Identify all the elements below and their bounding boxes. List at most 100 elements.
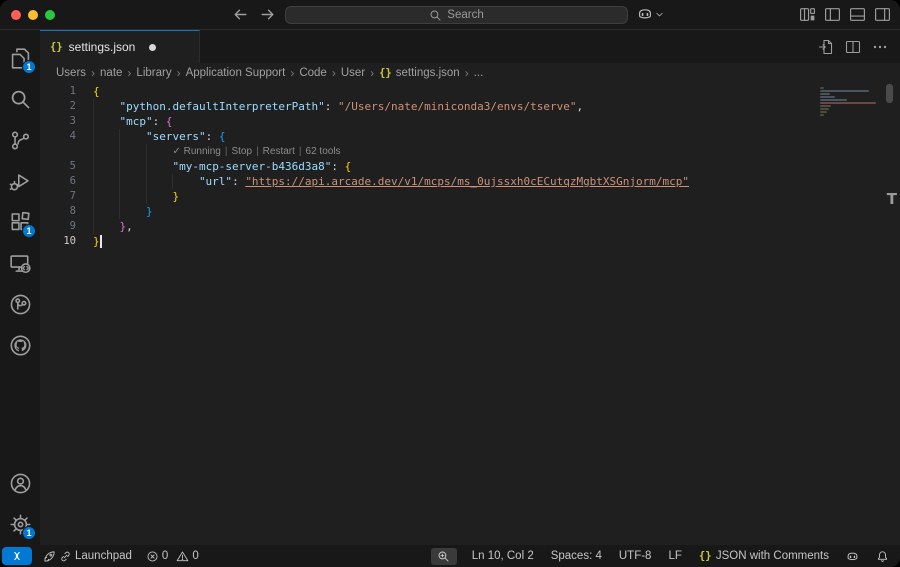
minimap-line bbox=[820, 93, 830, 95]
codelens-row[interactable]: ✓ Running|Stop|Restart|62 tools bbox=[40, 144, 900, 159]
search-icon bbox=[429, 9, 442, 22]
back-icon[interactable] bbox=[232, 6, 249, 23]
traffic-lights bbox=[11, 10, 55, 20]
breadcrumb-item-code[interactable]: Code bbox=[299, 67, 327, 79]
forward-icon[interactable] bbox=[259, 6, 276, 23]
source-control-icon bbox=[9, 129, 32, 152]
toggle-primary-sidebar-icon[interactable] bbox=[824, 6, 841, 23]
code-line-3[interactable]: 3"mcp": { bbox=[40, 114, 900, 129]
vertical-scrollbar[interactable] bbox=[886, 84, 893, 103]
breadcrumb-item-users[interactable]: Users bbox=[56, 67, 86, 79]
search-placeholder: Search bbox=[447, 9, 483, 21]
codelens-command[interactable]: ✓ Running bbox=[172, 146, 220, 157]
breadcrumb-item-user[interactable]: User bbox=[341, 67, 365, 79]
line-number: 1 bbox=[40, 84, 76, 99]
cursor-position-status-item[interactable]: Ln 10, Col 2 bbox=[470, 545, 536, 567]
cursor-position-label: Ln 10, Col 2 bbox=[472, 550, 534, 562]
eol-status-item[interactable]: LF bbox=[666, 545, 683, 567]
codelens-command[interactable]: Restart bbox=[263, 146, 295, 157]
eol-label: LF bbox=[668, 550, 681, 562]
activity-remote-explorer[interactable] bbox=[0, 243, 40, 284]
open-changes-icon[interactable] bbox=[818, 39, 834, 55]
minimap[interactable] bbox=[820, 87, 876, 117]
more-actions-icon[interactable] bbox=[872, 39, 888, 55]
command-center-search[interactable]: Search bbox=[285, 6, 628, 24]
codelens-command[interactable]: 62 tools bbox=[306, 146, 341, 157]
codelens-separator: | bbox=[299, 146, 302, 157]
activity-source-control[interactable] bbox=[0, 120, 40, 161]
zoom-button[interactable] bbox=[45, 10, 55, 20]
line-number: 5 bbox=[40, 159, 76, 174]
code-line-4[interactable]: 4"servers": { bbox=[40, 129, 900, 144]
editor[interactable]: 1{2"python.defaultInterpreterPath": "/Us… bbox=[40, 82, 900, 545]
activity-accounts[interactable] bbox=[0, 463, 40, 504]
screen-zoom-status-item[interactable] bbox=[431, 548, 457, 565]
remote-indicator[interactable] bbox=[2, 547, 32, 565]
token: { bbox=[219, 129, 226, 144]
indent-guide bbox=[146, 189, 172, 204]
launchpad-status-item[interactable]: Launchpad bbox=[41, 545, 134, 567]
codelens-command[interactable]: Stop bbox=[231, 146, 252, 157]
token: { bbox=[166, 114, 173, 129]
copilot-menu[interactable] bbox=[637, 6, 665, 22]
breadcrumb-label: Users bbox=[56, 67, 86, 79]
indent-guide bbox=[93, 129, 119, 144]
activity-search[interactable] bbox=[0, 79, 40, 120]
breadcrumb-item-application-support[interactable]: Application Support bbox=[186, 67, 286, 79]
breadcrumb-item-settings-json[interactable]: {}settings.json bbox=[379, 67, 460, 79]
toggle-secondary-sidebar-icon[interactable] bbox=[874, 6, 891, 23]
activity-github[interactable] bbox=[0, 325, 40, 366]
zoom-in-icon bbox=[437, 550, 450, 563]
remote-icon bbox=[11, 550, 23, 562]
notifications-status-item[interactable] bbox=[874, 545, 891, 567]
token: "servers" bbox=[146, 129, 206, 144]
copilot-status-status-item[interactable] bbox=[844, 545, 861, 567]
indent-guide bbox=[146, 144, 172, 159]
split-editor-icon[interactable] bbox=[845, 39, 861, 55]
search-icon bbox=[9, 88, 32, 111]
activity-extensions[interactable]: 1 bbox=[0, 202, 40, 243]
close-button[interactable] bbox=[11, 10, 21, 20]
activity-explorer[interactable]: 1 bbox=[0, 38, 40, 79]
status-bar: Launchpad 00 Ln 10, Col 2 Spaces: 4 UTF-8 LF… bbox=[0, 545, 900, 567]
breadcrumb-item-nate[interactable]: nate bbox=[100, 67, 122, 79]
customize-layout-icon[interactable] bbox=[799, 6, 816, 23]
run-debug-icon bbox=[9, 170, 32, 193]
activity-settings-gear[interactable]: 1 bbox=[0, 504, 40, 545]
line-number: 3 bbox=[40, 114, 76, 129]
activity-run-debug[interactable] bbox=[0, 161, 40, 202]
indent-guide bbox=[119, 144, 145, 159]
tab-settings-json[interactable]: {} settings.json bbox=[40, 30, 200, 63]
breadcrumb-label: User bbox=[341, 67, 365, 79]
overview-ruler-marker: T bbox=[887, 190, 897, 208]
code-line-9[interactable]: 9}, bbox=[40, 219, 900, 234]
indent-guide bbox=[172, 174, 198, 189]
badge: 1 bbox=[22, 60, 36, 74]
text-cursor bbox=[100, 235, 102, 248]
problems-status-item[interactable]: 00 bbox=[144, 545, 201, 567]
toggle-panel-icon[interactable] bbox=[849, 6, 866, 23]
code-line-5[interactable]: 5"my-mcp-server-b436d3a8": { bbox=[40, 159, 900, 174]
modified-indicator[interactable] bbox=[149, 44, 156, 51]
minimize-button[interactable] bbox=[28, 10, 38, 20]
activity-bar: 1 1 1 bbox=[0, 30, 40, 545]
token: , bbox=[576, 99, 583, 114]
breadcrumb: Users›nate›Library›Application Support›C… bbox=[40, 63, 900, 82]
line-number: 2 bbox=[40, 99, 76, 114]
activity-circle-branch[interactable] bbox=[0, 284, 40, 325]
code-line-10[interactable]: 10} bbox=[40, 234, 900, 249]
code-line-2[interactable]: 2"python.defaultInterpreterPath": "/User… bbox=[40, 99, 900, 114]
chevron-right-icon: › bbox=[177, 66, 181, 80]
rocket-icon bbox=[43, 550, 56, 563]
language-mode-status-item[interactable]: {}JSON with Comments bbox=[697, 545, 831, 567]
code-line-7[interactable]: 7} bbox=[40, 189, 900, 204]
code-line-8[interactable]: 8} bbox=[40, 204, 900, 219]
breadcrumb-item-library[interactable]: Library bbox=[136, 67, 171, 79]
token: : bbox=[331, 159, 344, 174]
breadcrumb-label: settings.json bbox=[396, 67, 460, 79]
encoding-status-item[interactable]: UTF-8 bbox=[617, 545, 654, 567]
breadcrumb-item--[interactable]: ... bbox=[474, 67, 484, 79]
code-line-6[interactable]: 6"url": "https://api.arcade.dev/v1/mcps/… bbox=[40, 174, 900, 189]
code-line-1[interactable]: 1{ bbox=[40, 84, 900, 99]
indentation-status-item[interactable]: Spaces: 4 bbox=[549, 545, 604, 567]
